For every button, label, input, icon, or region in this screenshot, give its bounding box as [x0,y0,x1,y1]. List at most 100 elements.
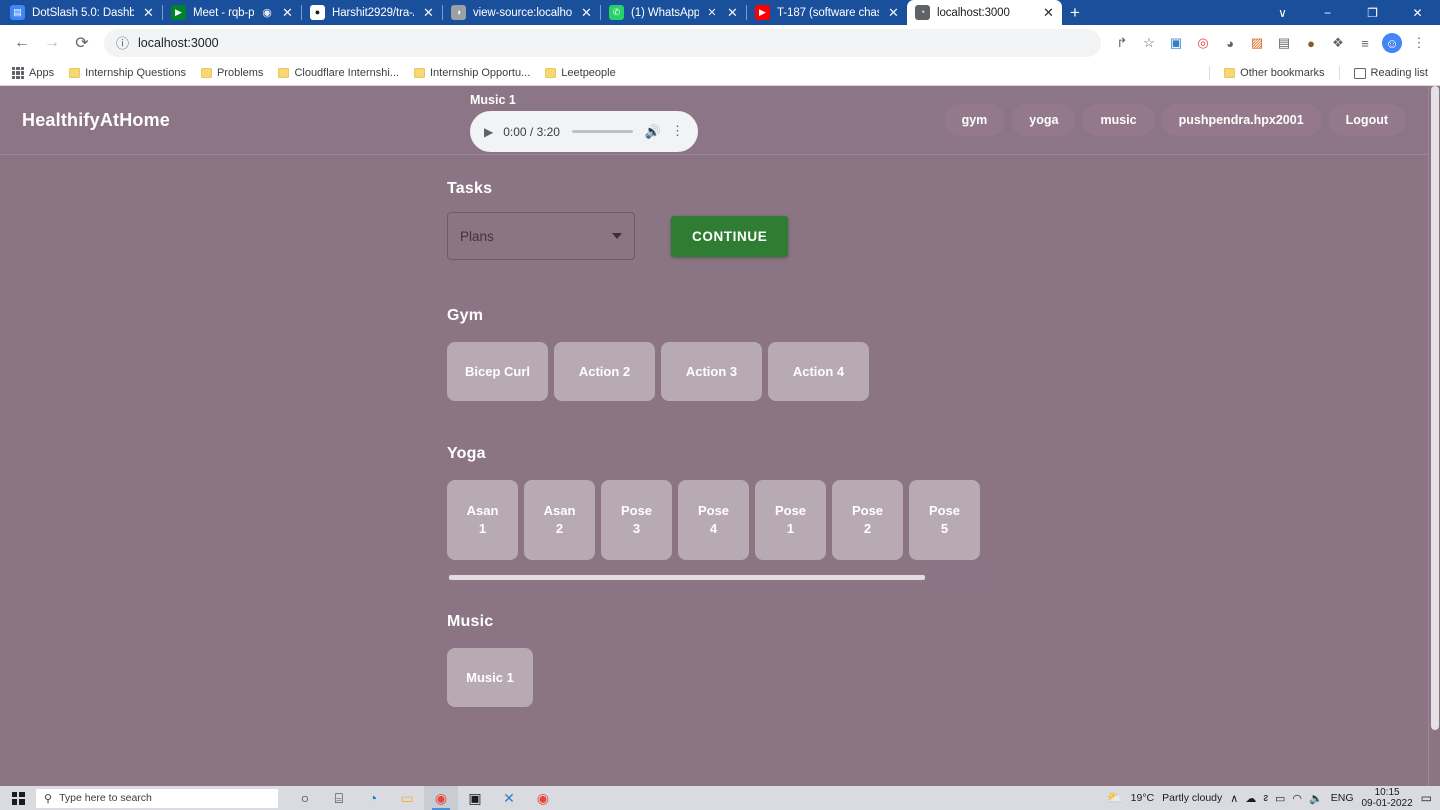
activity-card[interactable]: Pose 1 [755,480,826,560]
page-vertical-scrollbar[interactable] [1428,86,1440,786]
activity-card[interactable]: Pose 4 [678,480,749,560]
audio-menu-icon[interactable]: ⋮ [671,124,684,138]
loom-record-icon[interactable]: ◎ [1190,30,1216,56]
tab-close-icon[interactable]: ✕ [886,5,901,20]
activity-card[interactable]: Music 1 [447,648,533,707]
nav-logout[interactable]: Logout [1327,104,1406,136]
close-window-button[interactable]: ✕ [1395,0,1440,25]
edge-icon[interactable]: ◔ [356,786,390,810]
notification-center-icon[interactable]: ▭ [1421,791,1432,805]
activity-card[interactable]: Action 4 [768,342,869,401]
back-icon[interactable]: ← [8,29,36,57]
volume-icon[interactable]: 🔈 [1309,792,1323,805]
other-bookmarks-folder[interactable]: Other bookmarks [1218,65,1330,81]
nav-gym[interactable]: gym [943,104,1006,136]
play-icon[interactable]: ▶ [484,126,493,138]
browser-tab[interactable]: ● Harshit2929/tra-AI-ner ✕ [302,0,442,25]
activity-card[interactable]: Asan 1 [447,480,518,560]
cookie-extension-icon[interactable]: ● [1298,30,1324,56]
lightbulb-extension-icon[interactable]: ◕ [1217,30,1243,56]
audio-player[interactable]: ▶ 0:00 / 3:20 🔊 ⋮ [470,111,698,152]
tab-mute-icon[interactable]: ◉ [261,6,273,19]
brand-logo[interactable]: HealthifyAtHome [22,110,170,131]
audio-progress-slider[interactable] [571,130,633,133]
nav-yoga[interactable]: yoga [1011,104,1077,136]
maximize-button[interactable]: ❐ [1350,0,1395,25]
yoga-scroll-container[interactable]: Asan 1 Asan 2 Pose 3 Pose 4 Pose 1 Pose 2 Pose 5 [447,463,988,560]
vscode-icon[interactable]: ✕ [492,786,526,810]
minimize-button[interactable]: − [1305,0,1350,25]
browser-tab[interactable]: ◔ localhost:3000 ✕ [907,0,1062,25]
share-icon[interactable]: ↱ [1109,30,1135,56]
chrome-menu-icon[interactable]: ⋮ [1406,30,1432,56]
browser-tab[interactable]: ▶ T-187 (software chasers) demo v ✕ [747,0,907,25]
language-indicator[interactable]: ENG [1331,792,1354,804]
weather-icon[interactable]: ⛅ [1106,790,1122,806]
tab-close-icon[interactable]: ✕ [280,5,295,20]
onedrive-icon[interactable]: ☁ [1245,792,1256,805]
activity-card[interactable]: Pose 2 [832,480,903,560]
screenshot-extension-icon[interactable]: ▣ [1163,30,1189,56]
site-info-icon[interactable]: ⓘ [116,37,129,50]
tab-search-button[interactable]: ∨ [1260,0,1305,25]
activity-card[interactable]: Action 3 [661,342,762,401]
taskbar-search-box[interactable]: ⚲ Type here to search [36,788,278,808]
bookmark-item[interactable]: Internship Opportu... [408,65,536,81]
bookmark-item[interactable]: Problems [195,65,269,81]
notes-extension-icon[interactable]: ▤ [1271,30,1297,56]
lighthouse-extension-icon[interactable]: ▨ [1244,30,1270,56]
scrollbar-thumb[interactable] [449,575,925,580]
bookmark-item[interactable]: Leetpeople [539,65,621,81]
document-icon: ▤ [10,5,25,20]
tab-mute-icon[interactable]: ✕ [706,6,718,19]
chrome-icon[interactable]: ◉ [424,786,458,810]
tab-close-icon[interactable]: ✕ [421,5,436,20]
activity-card[interactable]: Bicep Curl [447,342,548,401]
bookmark-star-icon[interactable]: ☆ [1136,30,1162,56]
playlist-icon[interactable]: ≡ [1352,30,1378,56]
wifi-icon[interactable]: ◠ [1292,792,1302,805]
address-bar[interactable]: ⓘ localhost:3000 [104,29,1101,57]
microphone-icon[interactable]: ᴤ [1263,792,1268,804]
page-scrollbar-thumb[interactable] [1431,86,1439,730]
activity-card[interactable]: Pose 3 [601,480,672,560]
apps-shortcut[interactable]: Apps [6,65,60,81]
puzzle-extensions-icon[interactable]: ❖ [1325,30,1351,56]
activity-card[interactable]: Action 2 [554,342,655,401]
start-button[interactable] [0,791,36,805]
bookmark-item[interactable]: Internship Questions [63,65,192,81]
volume-icon[interactable]: 🔊 [645,124,661,140]
forward-icon[interactable]: → [38,29,66,57]
task-view-icon[interactable]: ⌸ [322,786,356,810]
plans-select[interactable]: Plans [447,212,635,260]
window-controls: ∨ − ❐ ✕ [1260,0,1440,25]
reading-list-button[interactable]: Reading list [1348,65,1434,81]
cortana-icon[interactable]: ○ [288,786,322,810]
show-hidden-icons[interactable]: ∧ [1230,792,1238,805]
activity-card[interactable]: Asan 2 [524,480,595,560]
browser-tab[interactable]: ▶ Meet - rqb-prby-nvc ◉ ✕ [163,0,301,25]
browser-tab[interactable]: ▤ DotSlash 5.0: Dashboard | Devfo ✕ [2,0,162,25]
activity-card[interactable]: Pose 5 [909,480,980,560]
tab-close-icon[interactable]: ✕ [579,5,594,20]
new-tab-button[interactable]: + [1062,0,1088,25]
bookmark-item[interactable]: Cloudflare Internshi... [272,65,405,81]
browser-tab[interactable]: ◑ view-source:localhost:3000/profi ✕ [443,0,600,25]
nav-music[interactable]: music [1082,104,1155,136]
file-explorer-icon[interactable]: ▭ [390,786,424,810]
nav-username[interactable]: pushpendra.hpx2001 [1160,104,1322,136]
continue-button[interactable]: CONTINUE [671,215,789,257]
tab-close-icon[interactable]: ✕ [725,5,740,20]
chrome-window-icon[interactable]: ◉ [526,786,560,810]
terminal-icon[interactable]: ▣ [458,786,492,810]
profile-avatar-icon[interactable]: ☺ [1382,33,1402,53]
browser-tab[interactable]: ✆ (1) WhatsApp ✕ ✕ [601,0,746,25]
weather-temp: 19°C [1130,792,1155,804]
battery-icon[interactable]: ▭ [1275,792,1285,805]
taskbar-clock[interactable]: 10:15 09-01-2022 [1362,787,1413,810]
yoga-horizontal-scrollbar[interactable] [447,574,988,581]
reload-icon[interactable]: ⟳ [68,29,96,57]
card-label: Pose 3 [620,503,653,536]
tab-close-icon[interactable]: ✕ [141,5,156,20]
tab-close-icon[interactable]: ✕ [1041,5,1056,20]
